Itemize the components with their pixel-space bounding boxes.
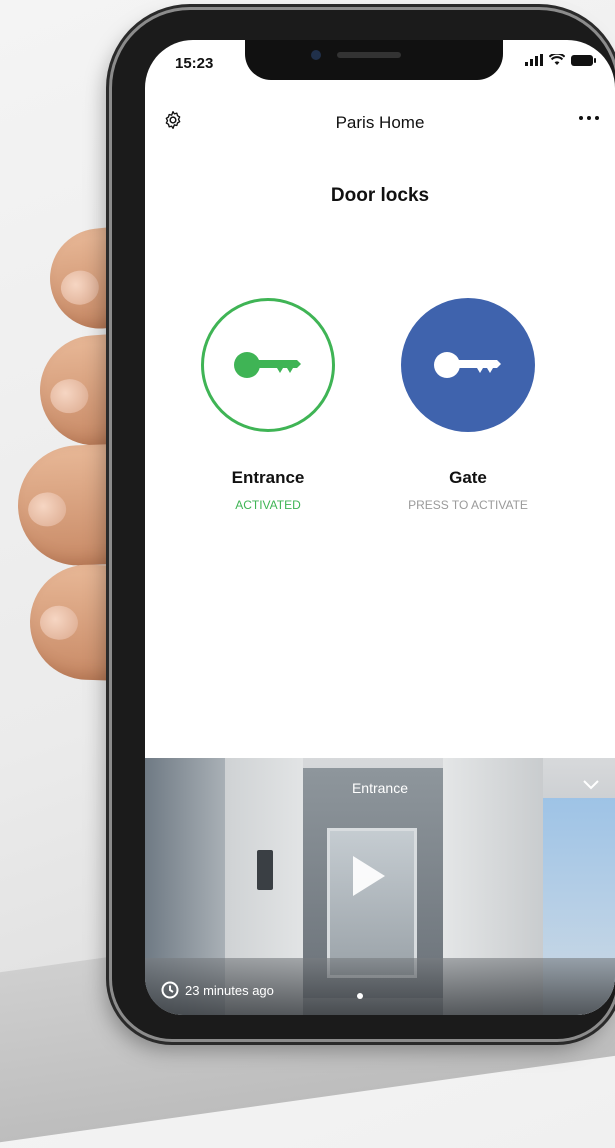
lock-gate-button[interactable] xyxy=(401,298,535,432)
intercom-panel xyxy=(257,850,273,890)
speaker-grille xyxy=(337,52,401,58)
section-title: Door locks xyxy=(330,185,430,206)
app-header: Paris Home xyxy=(145,110,615,140)
signal-icon xyxy=(525,54,543,66)
page-indicator-dot xyxy=(357,993,363,999)
key-icon xyxy=(234,352,301,378)
battery-icon xyxy=(571,54,596,66)
app-screen: 15:23 Paris Home Door locks Entrance ACT… xyxy=(145,40,615,1015)
lock-entrance-status: ACTIVATED xyxy=(235,498,301,512)
clock-icon xyxy=(161,981,179,999)
recording-age-label: 23 minutes ago xyxy=(185,982,274,998)
chevron-down-icon[interactable] xyxy=(583,780,599,790)
camera-icon xyxy=(311,50,321,60)
play-icon[interactable] xyxy=(353,856,385,896)
lock-gate-status: PRESS TO ACTIVATE xyxy=(408,498,528,512)
page-title: Paris Home xyxy=(335,113,425,132)
more-options-icon[interactable] xyxy=(579,116,599,120)
recording-age: 23 minutes ago xyxy=(161,981,274,999)
status-time: 15:23 xyxy=(175,55,214,72)
camera-title: Entrance xyxy=(351,780,409,796)
status-icons xyxy=(525,54,596,66)
phone-notch xyxy=(245,40,503,80)
wifi-icon xyxy=(549,54,565,65)
lock-entrance-name: Entrance xyxy=(231,468,305,487)
key-icon xyxy=(434,352,501,378)
entrance-door xyxy=(327,828,417,978)
lock-entrance-button[interactable] xyxy=(201,298,335,432)
camera-preview[interactable]: Entrance 23 minutes ago xyxy=(145,758,615,1015)
lock-gate-name: Gate xyxy=(449,468,487,487)
